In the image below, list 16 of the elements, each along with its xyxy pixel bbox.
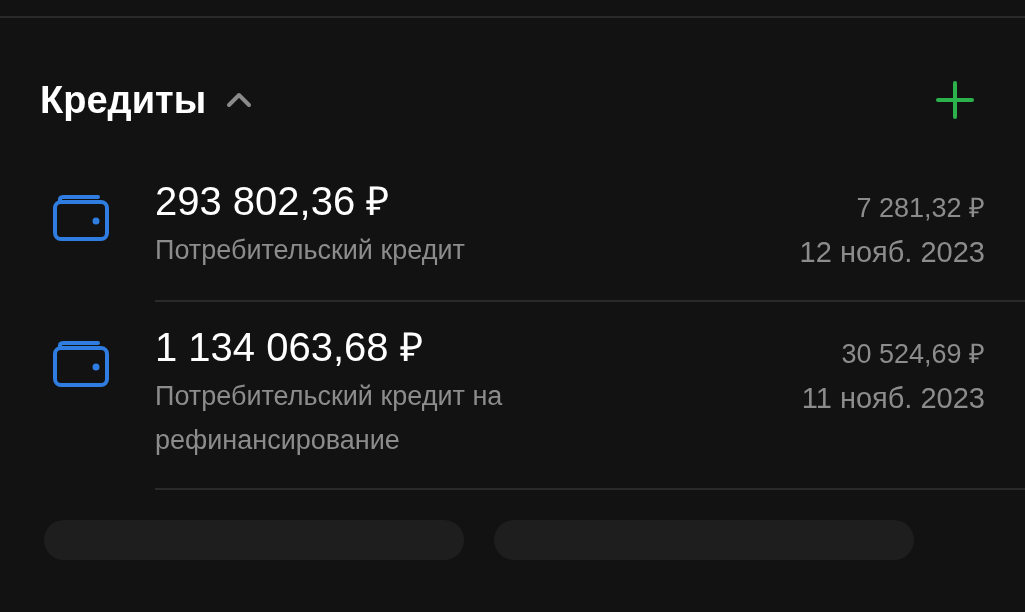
wallet-icon bbox=[52, 340, 110, 388]
payment-amount: 7 281,32 ₽ bbox=[856, 192, 985, 225]
add-button[interactable] bbox=[933, 78, 977, 122]
loan-row[interactable]: 293 802,36 ₽ Потребительский кредит 7 281,32 ₽ 12 нояб. 2023 bbox=[0, 156, 1025, 300]
payment-amount: 30 524,69 ₽ bbox=[841, 338, 985, 371]
wallet-icon bbox=[52, 194, 110, 242]
loan-name: Потребительский кредит на рефинансирование bbox=[155, 380, 504, 457]
loan-amount: 293 802,36 ₽ bbox=[155, 178, 391, 225]
plus-icon bbox=[935, 80, 975, 120]
loan-row[interactable]: 1 134 063,68 ₽ Потребительский кредит на рефинансирование 30 524,69 ₽ 11 нояб. 2023 bbox=[0, 302, 1025, 488]
loan-name: Потребительский кредит bbox=[155, 234, 466, 267]
section-title: Кредиты bbox=[40, 77, 207, 123]
payment-date: 12 нояб. 2023 bbox=[799, 235, 985, 270]
chevron-icon bbox=[226, 92, 253, 108]
payment-date: 11 нояб. 2023 bbox=[801, 381, 985, 416]
loan-amount: 1 134 063,68 ₽ bbox=[155, 324, 424, 371]
